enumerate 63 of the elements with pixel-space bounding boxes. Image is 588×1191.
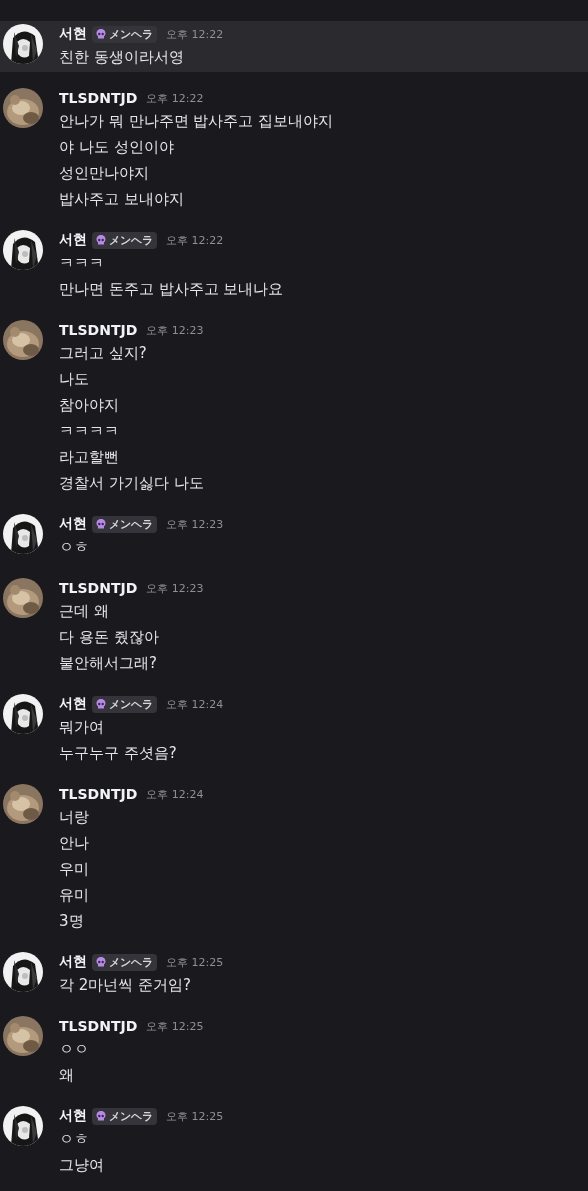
skull-icon <box>95 1110 107 1122</box>
message-text: 근데 왜 <box>59 601 110 622</box>
username[interactable]: TLSDNTJD <box>59 580 138 596</box>
timestamp: 오후 12:23 <box>166 516 224 532</box>
message-text: 그러고 싶지? <box>59 343 148 364</box>
username[interactable]: TLSDNTJD <box>59 322 138 338</box>
message-text: 불안해서그래? <box>59 653 158 674</box>
message-text: 참아야지 <box>59 395 120 416</box>
message-text: ㅇㅎ <box>59 537 90 558</box>
role-name: メンヘラ <box>109 516 153 532</box>
skull-icon <box>95 28 107 40</box>
message-text: 다 용돈 줬잖아 <box>59 627 160 648</box>
timestamp: 오후 12:22 <box>146 90 204 106</box>
role-name: メンヘラ <box>109 954 153 970</box>
message-text: 라고할뻔 <box>59 447 120 468</box>
username[interactable]: TLSDNTJD <box>59 1018 138 1034</box>
username[interactable]: 서현 <box>59 953 87 971</box>
message-text: 나도 <box>59 369 90 390</box>
message-text: 안나 <box>59 833 90 854</box>
message-text: 친한 동생이라서영 <box>59 47 185 68</box>
timestamp: 오후 12:22 <box>166 232 224 248</box>
message-text: 각 2마넌씩 준거임? <box>59 975 193 996</box>
username[interactable]: 서현 <box>59 1107 87 1125</box>
skull-icon <box>95 698 107 710</box>
role-name: メンヘラ <box>109 1108 153 1124</box>
skull-icon <box>95 234 107 246</box>
message-text: 경찰서 가기싫다 나도 <box>59 473 204 494</box>
message-text: 밥사주고 보내야지 <box>59 189 185 210</box>
skull-icon <box>95 956 107 968</box>
message-text: ㅇㅇ <box>59 1039 90 1060</box>
username[interactable]: 서현 <box>59 231 87 249</box>
skull-icon <box>95 518 107 530</box>
message-text: ㅇㅎ <box>59 1129 90 1150</box>
timestamp: 오후 12:25 <box>146 1018 204 1034</box>
timestamp: 오후 12:23 <box>146 322 204 338</box>
message-text: 너랑 <box>59 807 90 828</box>
message-text: 야 나도 성인이야 <box>59 137 175 158</box>
message-text: 유미 <box>59 885 90 906</box>
username[interactable]: 서현 <box>59 515 87 533</box>
timestamp: 오후 12:22 <box>166 26 224 42</box>
message-text: 우미 <box>59 859 90 880</box>
message-text: ㅋㅋㅋ <box>59 253 105 274</box>
message-text: 뭐가여 <box>59 717 105 738</box>
message-text: ㅋㅋㅋㅋ <box>59 421 120 442</box>
timestamp: 오후 12:25 <box>166 954 224 970</box>
role-name: メンヘラ <box>109 696 153 712</box>
message-text: 3명 <box>59 911 85 932</box>
role-name: メンヘラ <box>109 26 153 42</box>
timestamp: 오후 12:24 <box>166 696 224 712</box>
username[interactable]: TLSDNTJD <box>59 786 138 802</box>
role-name: メンヘラ <box>109 232 153 248</box>
timestamp: 오후 12:25 <box>166 1108 224 1124</box>
message-text: 왜 <box>59 1065 75 1086</box>
message-text: 그냥여 <box>59 1155 105 1176</box>
username[interactable]: 서현 <box>59 25 87 43</box>
message-text: 만나면 돈주고 밥사주고 보내나요 <box>59 279 284 300</box>
timestamp: 오후 12:24 <box>146 786 204 802</box>
message-text: 안나가 뭐 만나주면 밥사주고 집보내야지 <box>59 111 334 132</box>
timestamp: 오후 12:23 <box>146 580 204 596</box>
username[interactable]: 서현 <box>59 695 87 713</box>
message-text: 성인만나야지 <box>59 163 150 184</box>
message-text: 누구누구 주셧음? <box>59 743 178 764</box>
username[interactable]: TLSDNTJD <box>59 90 138 106</box>
